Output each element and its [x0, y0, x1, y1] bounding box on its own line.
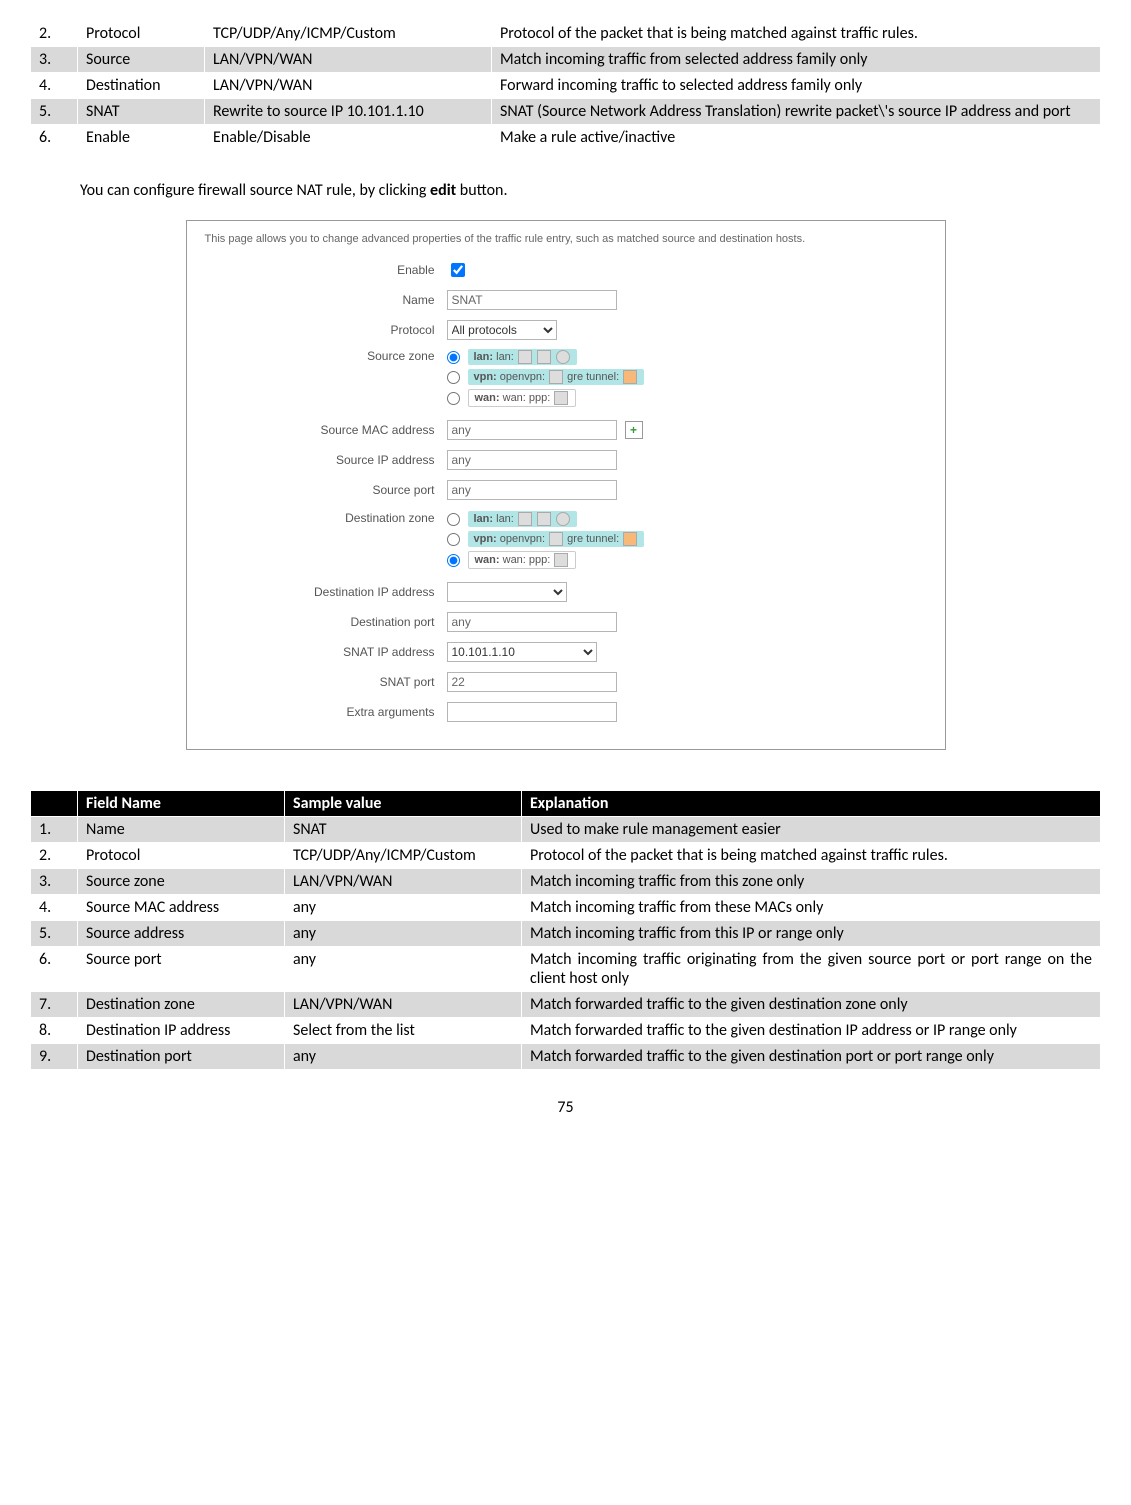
intro-after: button. [456, 181, 507, 200]
table-row: 3. Source LAN/VPN/WAN Match incoming tra… [31, 47, 1101, 73]
cell-sample: LAN/VPN/WAN [205, 47, 492, 73]
page-number: 75 [30, 1098, 1101, 1117]
protocol-select[interactable]: All protocols [447, 320, 557, 340]
zone-option-wan[interactable]: wan: wan: ppp: [447, 551, 579, 569]
host-icon [518, 350, 532, 364]
form-description: This page allows you to change advanced … [205, 233, 927, 245]
src-mac-input[interactable] [447, 420, 617, 440]
cell-num: 5. [31, 99, 78, 125]
cell-field: Protocol [78, 21, 205, 47]
cell-sample: TCP/UDP/Any/ICMP/Custom [205, 21, 492, 47]
host-icon [537, 512, 551, 526]
dst-zone-wan-radio[interactable] [447, 554, 460, 567]
snat-ip-select[interactable]: 10.101.1.10 [447, 642, 597, 662]
snat-ip-label: SNAT IP address [205, 645, 447, 659]
extra-input[interactable] [447, 702, 617, 722]
protocol-label: Protocol [205, 323, 447, 337]
cell-num: 2. [31, 21, 78, 47]
table-row: 8.Destination IP addressSelect from the … [31, 1018, 1101, 1044]
table-row: 5.Source addressanyMatch incoming traffi… [31, 921, 1101, 947]
table-fields-bottom: Field Name Sample value Explanation 1.Na… [30, 790, 1101, 1070]
zone-option-vpn[interactable]: vpn: openvpn: gre tunnel: [447, 531, 647, 547]
cell-expl: Make a rule active/inactive [492, 125, 1101, 151]
dst-zone-label: Destination zone [205, 511, 447, 525]
table-row: 2. Protocol TCP/UDP/Any/ICMP/Custom Prot… [31, 21, 1101, 47]
table-row: 2.ProtocolTCP/UDP/Any/ICMP/CustomProtoco… [31, 843, 1101, 869]
table-row: 4. Destination LAN/VPN/WAN Forward incom… [31, 73, 1101, 99]
cell-field: Destination [78, 73, 205, 99]
extra-label: Extra arguments [205, 705, 447, 719]
source-zone-label: Source zone [205, 349, 447, 363]
dst-zone-lan-radio[interactable] [447, 513, 460, 526]
cell-field: Enable [78, 125, 205, 151]
edit-form-screenshot: This page allows you to change advanced … [186, 220, 946, 750]
host-icon [554, 553, 568, 567]
zone-option-lan[interactable]: lan: lan: [447, 349, 580, 365]
intro-paragraph: You can configure firewall source NAT ru… [80, 181, 1101, 200]
dst-ip-label: Destination IP address [205, 585, 447, 599]
dst-zone-vpn-radio[interactable] [447, 533, 460, 546]
table-row: 9.Destination portanyMatch forwarded tra… [31, 1044, 1101, 1070]
shield-icon [549, 370, 563, 384]
name-label: Name [205, 293, 447, 307]
wifi-icon [556, 350, 570, 364]
cell-sample: Enable/Disable [205, 125, 492, 151]
cell-expl: Match incoming traffic from selected add… [492, 47, 1101, 73]
snat-port-label: SNAT port [205, 675, 447, 689]
host-icon [554, 391, 568, 405]
table-row: 7.Destination zoneLAN/VPN/WANMatch forwa… [31, 992, 1101, 1018]
cell-expl: SNAT (Source Network Address Translation… [492, 99, 1101, 125]
cell-expl: Protocol of the packet that is being mat… [492, 21, 1101, 47]
snat-port-input[interactable] [447, 672, 617, 692]
enable-label: Enable [205, 263, 447, 277]
hdr-empty [31, 791, 78, 817]
src-zone-vpn-radio[interactable] [447, 371, 460, 384]
zone-option-wan[interactable]: wan: wan: ppp: [447, 389, 579, 407]
wifi-icon [556, 512, 570, 526]
cell-sample: Rewrite to source IP 10.101.1.10 [205, 99, 492, 125]
src-zone-lan-radio[interactable] [447, 351, 460, 364]
src-mac-label: Source MAC address [205, 423, 447, 437]
dst-port-label: Destination port [205, 615, 447, 629]
src-port-input[interactable] [447, 480, 617, 500]
tunnel-icon [623, 532, 637, 546]
tunnel-icon [623, 370, 637, 384]
table-row: 1.NameSNATUsed to make rule management e… [31, 817, 1101, 843]
table-fields-top: 2. Protocol TCP/UDP/Any/ICMP/Custom Prot… [30, 20, 1101, 151]
dst-ip-select[interactable] [447, 582, 567, 602]
intro-before: You can configure firewall source NAT ru… [80, 181, 430, 200]
src-ip-input[interactable] [447, 450, 617, 470]
hdr-sample: Sample value [285, 791, 522, 817]
enable-checkbox[interactable] [451, 263, 465, 277]
src-ip-label: Source IP address [205, 453, 447, 467]
table-row: 6.Source portanyMatch incoming traffic o… [31, 947, 1101, 992]
cell-expl: Forward incoming traffic to selected add… [492, 73, 1101, 99]
cell-sample: LAN/VPN/WAN [205, 73, 492, 99]
cell-field: SNAT [78, 99, 205, 125]
src-port-label: Source port [205, 483, 447, 497]
cell-num: 3. [31, 47, 78, 73]
hdr-field: Field Name [78, 791, 285, 817]
host-icon [537, 350, 551, 364]
table-row: 3.Source zoneLAN/VPN/WANMatch incoming t… [31, 869, 1101, 895]
host-icon [518, 512, 532, 526]
add-mac-button[interactable]: + [625, 421, 643, 439]
cell-num: 6. [31, 125, 78, 151]
cell-num: 4. [31, 73, 78, 99]
src-zone-wan-radio[interactable] [447, 392, 460, 405]
table-row: 5. SNAT Rewrite to source IP 10.101.1.10… [31, 99, 1101, 125]
cell-field: Source [78, 47, 205, 73]
intro-bold: edit [430, 181, 456, 200]
table-header: Field Name Sample value Explanation [31, 791, 1101, 817]
table-row: 6. Enable Enable/Disable Make a rule act… [31, 125, 1101, 151]
hdr-expl: Explanation [522, 791, 1101, 817]
zone-option-vpn[interactable]: vpn: openvpn: gre tunnel: [447, 369, 647, 385]
table-row: 4.Source MAC addressanyMatch incoming tr… [31, 895, 1101, 921]
dst-port-input[interactable] [447, 612, 617, 632]
zone-option-lan[interactable]: lan: lan: [447, 511, 580, 527]
shield-icon [549, 532, 563, 546]
name-input[interactable] [447, 290, 617, 310]
